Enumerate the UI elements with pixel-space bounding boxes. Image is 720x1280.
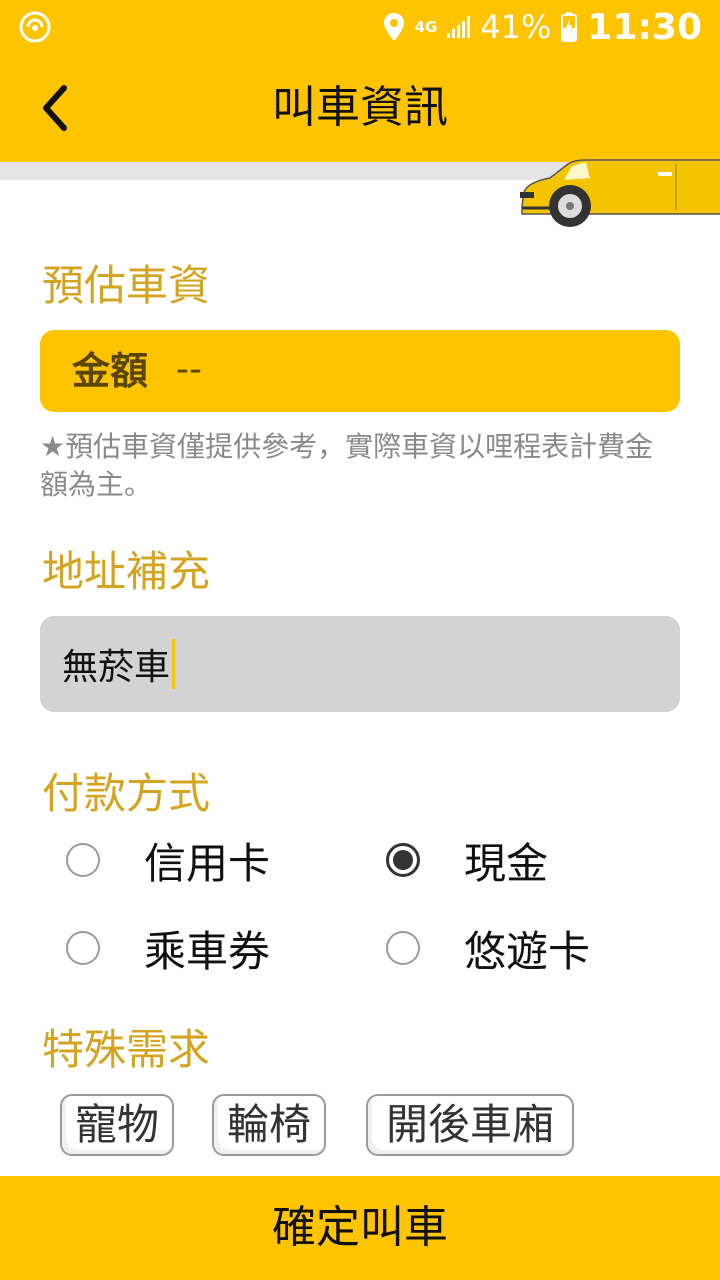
fare-note: ★預估車資僅提供參考，實際車資以哩程表計費金額為主。: [40, 430, 654, 501]
battery-percent: 41%: [480, 8, 552, 46]
special-toggle-wheelchair[interactable]: 輪椅: [212, 1094, 326, 1156]
location-icon: [383, 13, 404, 41]
payment-option-label: 悠遊卡: [464, 926, 591, 976]
address-input-value: 無菸車: [62, 647, 171, 688]
payment-option-cash[interactable]: 現金: [386, 830, 548, 890]
address-section-title: 地址補充: [42, 547, 211, 596]
radio-unchecked-icon: [66, 931, 100, 965]
fare-amount-label: 金額: [72, 349, 149, 393]
status-right: 4G 41% 11:30: [383, 6, 702, 48]
radio-unchecked-icon: [66, 843, 100, 877]
hotspot-icon: [19, 11, 51, 43]
payment-option-ticket[interactable]: 乘車券: [66, 918, 270, 978]
payment-option-label: 乘車券: [144, 926, 271, 976]
payment-option-label: 信用卡: [144, 838, 271, 888]
radio-checked-icon: [386, 843, 420, 877]
text-caret: [172, 639, 176, 689]
payment-option-easycard[interactable]: 悠遊卡: [386, 918, 590, 978]
special-section-title: 特殊需求: [42, 1025, 211, 1074]
fare-section-title: 預估車資: [42, 261, 211, 310]
status-bar: 4G 41% 11:30: [0, 0, 720, 54]
special-toggle-open-trunk[interactable]: 開後車廂: [366, 1094, 574, 1156]
radio-unchecked-icon: [386, 931, 420, 965]
app-toolbar: 叫車資訊: [0, 54, 720, 162]
network-type: 4G: [414, 18, 438, 36]
battery-icon: [561, 12, 578, 42]
signal-icon: [447, 16, 471, 38]
confirm-call-button[interactable]: 確定叫車: [0, 1176, 720, 1280]
special-toggle-pet[interactable]: 寵物: [60, 1094, 174, 1156]
clock: 11:30: [587, 6, 702, 48]
back-button[interactable]: [18, 72, 90, 144]
payment-option-label: 現金: [464, 838, 549, 888]
taxi-car-icon: [520, 159, 720, 227]
payment-option-credit-card[interactable]: 信用卡: [66, 830, 270, 890]
fare-amount-value: --: [176, 349, 202, 390]
page-title: 叫車資訊: [272, 82, 448, 133]
fare-amount-box: 金額 --: [40, 330, 680, 412]
payment-section-title: 付款方式: [42, 769, 211, 818]
address-supplement-input[interactable]: 無菸車: [40, 616, 680, 712]
chevron-left-icon: [43, 85, 67, 131]
